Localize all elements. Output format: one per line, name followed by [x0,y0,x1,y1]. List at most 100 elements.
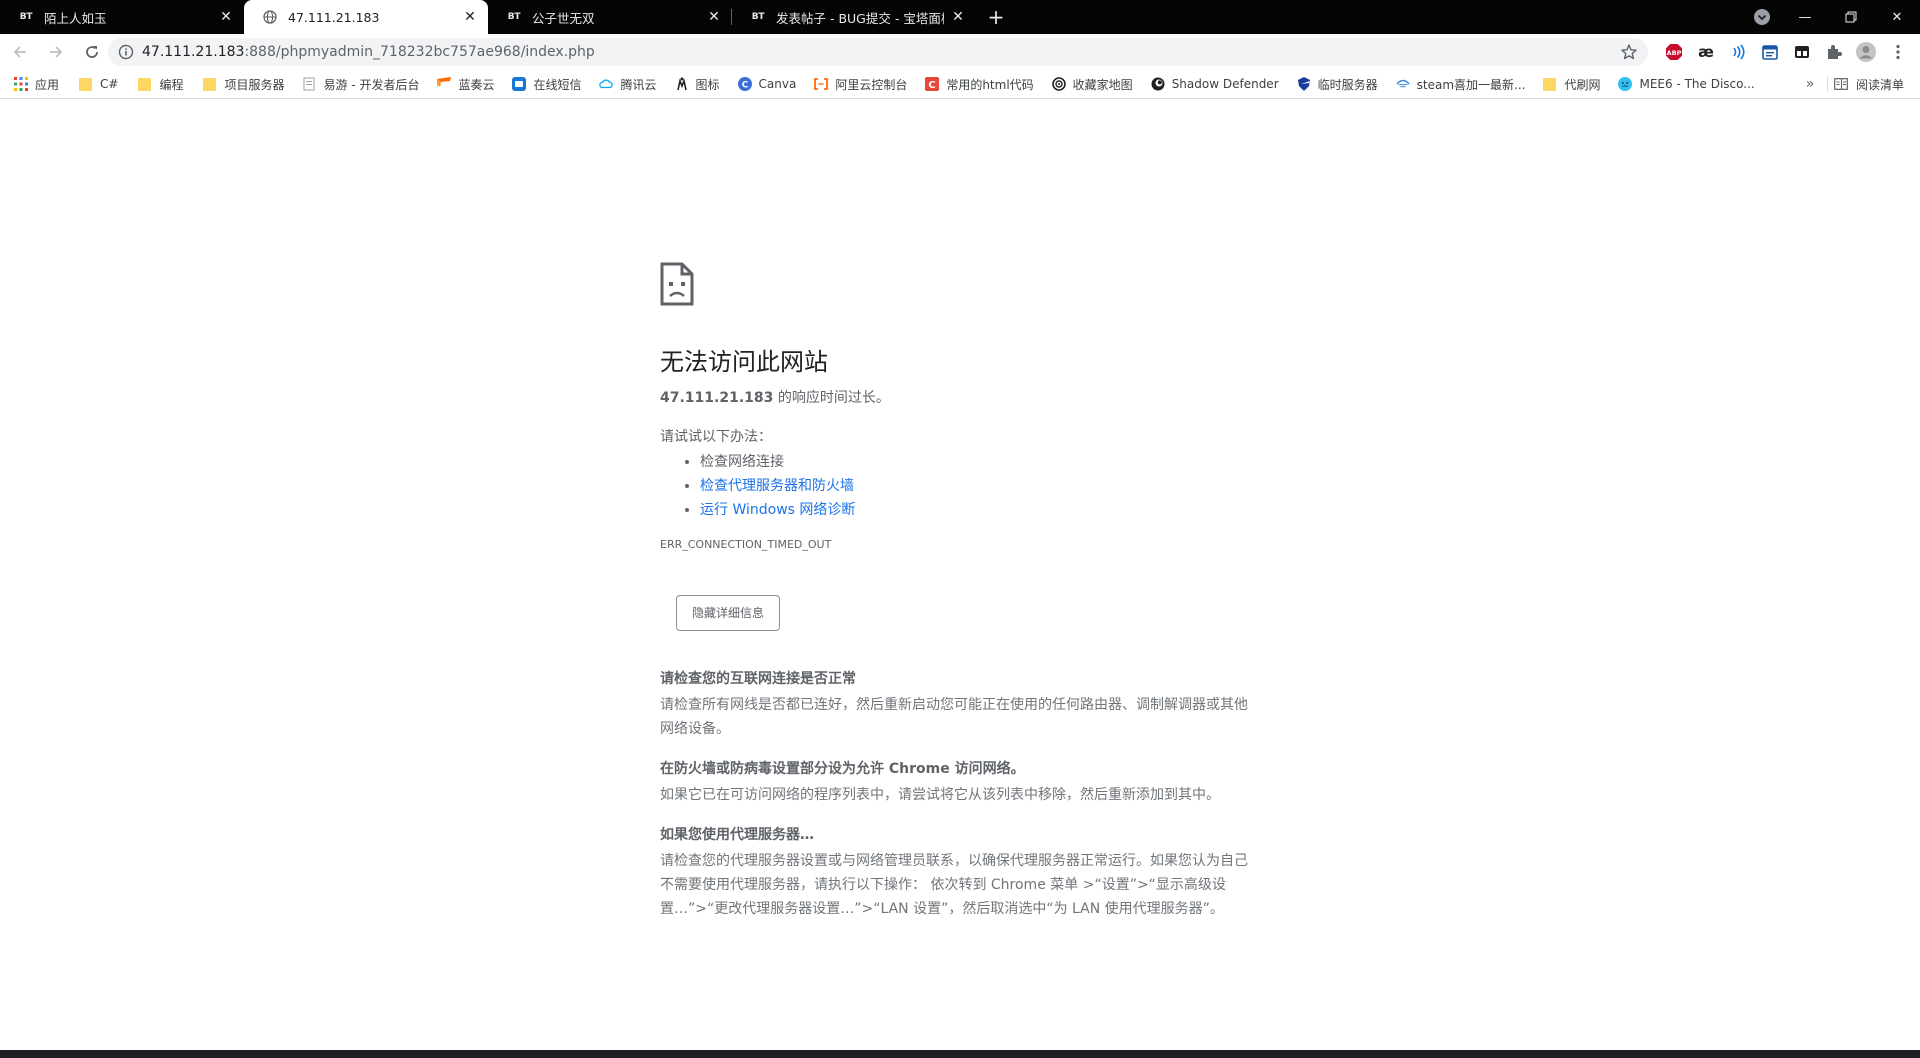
bookmark-folder-programming[interactable]: 编程 [132,72,189,96]
reading-list-button[interactable]: 阅读清单 [1834,72,1904,96]
error-title: 无法访问此网站 [660,348,828,376]
error-page: 无法访问此网站 47.111.21.183 的响应时间过长。 请试试以下办法： … [660,262,1260,921]
bookmark-iconfont[interactable]: 图标 [669,72,726,96]
bookmark-shadow-defender[interactable]: Shadow Defender [1145,72,1285,96]
bookmarks-bar: 应用 C# 编程 项目服务器 易游 - 开发者后台 蓝奏云 在线短信 腾讯云 图… [0,70,1920,99]
bookmark-label: 常用的html代码 [946,77,1034,92]
profile-avatar-icon[interactable] [1852,38,1880,66]
close-icon[interactable]: ✕ [950,9,966,25]
chrome-menu-icon[interactable] [1884,38,1912,66]
folder-icon [1543,77,1557,91]
shadow-icon [1151,77,1165,91]
bookmark-steam[interactable]: steam喜加一最新... [1390,72,1532,96]
reload-icon[interactable] [76,36,108,68]
steam-icon [1395,77,1410,91]
bookmark-folder-daishua[interactable]: 代刷网 [1537,72,1606,96]
url-text: 47.111.21.183:888/phpmyadmin_718232bc757… [142,44,595,60]
bookmark-label: 易游 - 开发者后台 [323,77,420,92]
url-path: :888/phpmyadmin_718232bc757ae968/index.p… [244,44,595,60]
bookmark-label: Shadow Defender [1171,77,1279,91]
bookmark-label: 项目服务器 [224,77,285,92]
tab-2-active[interactable]: 47.111.21.183 ✕ [244,0,488,34]
bookmark-label: 在线短信 [533,77,582,92]
svg-text:C: C [929,80,936,91]
os-taskbar [0,1050,1920,1058]
suggestion-check-proxy-link[interactable]: 检查代理服务器和防火墙 [700,474,1260,498]
bookmark-label: 代刷网 [1564,77,1601,92]
close-icon[interactable]: ✕ [706,9,722,25]
tab-3[interactable]: BT 公子世无双 ✕ [488,0,732,34]
shield-icon [1297,77,1311,91]
sad-page-icon [660,262,694,306]
bookmark-canva[interactable]: C Canva [732,72,803,96]
bookmark-label: Canva [758,77,797,91]
restore-icon[interactable] [1828,0,1874,34]
suggestions-list: 检查网络连接 检查代理服务器和防火墙 运行 Windows 网络诊断 [660,450,1260,522]
ae-extension-icon[interactable]: æ [1692,38,1720,66]
bookmark-collector-map[interactable]: 收藏家地图 [1046,72,1139,96]
bookmark-label: 编程 [159,77,184,92]
detail-heading-firewall: 在防火墙或防病毒设置部分设为允许 Chrome 访问网络。 [660,761,1025,777]
tab-search-icon[interactable] [1752,7,1772,27]
suggestion-link-text[interactable]: 检查代理服务器和防火墙 [700,478,854,494]
calendar-extension-icon[interactable] [1756,38,1784,66]
minimize-icon[interactable]: — [1782,0,1828,34]
window-close-icon[interactable]: ✕ [1874,0,1920,34]
detail-body-connection: 请检查所有网线是否都已连好，然后重新启动您可能正在使用的任何路由器、调制解调器或… [660,697,1248,737]
new-tab-button[interactable]: + [982,3,1010,31]
hide-details-button[interactable]: 隐藏详细信息 [676,595,781,631]
forward-icon[interactable] [40,36,72,68]
cloud-icon [599,77,614,91]
puzzle-extensions-icon[interactable] [1820,38,1848,66]
bookmark-tencent-cloud[interactable]: 腾讯云 [593,72,662,96]
error-code: ERR_CONNECTION_TIMED_OUT [660,538,832,551]
store-extension-icon[interactable] [1788,38,1816,66]
bookmark-label: C# [100,77,119,91]
bookmark-temp-server[interactable]: 临时服务器 [1291,72,1384,96]
bookmark-star-icon[interactable] [1620,43,1638,61]
bt-favicon-icon: BT [507,12,521,22]
aliyun-icon [814,77,829,91]
close-icon[interactable]: ✕ [462,9,478,25]
bookmark-apps[interactable]: 应用 [8,72,65,96]
suggestion-check-network: 检查网络连接 [700,450,1260,474]
tab-4[interactable]: BT 发表帖子 - BUG提交 - 宝塔面板 ✕ [732,0,976,34]
bookmark-label: 蓝奏云 [458,77,495,92]
bookmark-yiyou[interactable]: 易游 - 开发者后台 [296,72,425,96]
info-icon[interactable] [118,44,134,60]
bookmark-aliyun[interactable]: 阿里云控制台 [808,72,913,96]
error-host: 47.111.21.183 [660,390,774,406]
iconfont-icon [675,77,689,91]
more-bookmarks-chevron-icon[interactable]: » [1798,72,1822,96]
browser-toolbar: 47.111.21.183:888/phpmyadmin_718232bc757… [0,34,1920,70]
address-bar[interactable]: 47.111.21.183:888/phpmyadmin_718232bc757… [108,38,1648,66]
tab-1[interactable]: BT 陌上人如玉 ✕ [0,0,244,34]
tab-strip: BT 陌上人如玉 ✕ 47.111.21.183 ✕ BT 公子世无双 ✕ BT… [0,0,1920,34]
suggestion-text: 检查网络连接 [700,454,784,470]
c-icon: C [925,77,940,91]
bookmark-html-code[interactable]: C 常用的html代码 [919,72,1039,96]
bookmark-mee6[interactable]: MEE6 - The Disco... [1612,72,1760,96]
tab-title: 发表帖子 - BUG提交 - 宝塔面板 [776,10,944,26]
target-icon [1051,77,1066,91]
globe-icon [262,9,278,25]
url-host: 47.111.21.183 [142,44,245,60]
page-icon [302,77,316,91]
tab-title: 47.111.21.183 [288,9,380,25]
bookmark-lanzou[interactable]: 蓝奏云 [431,72,500,96]
bookmark-label: 腾讯云 [620,77,657,92]
suggestion-windows-diagnostics-link[interactable]: 运行 Windows 网络诊断 [700,498,1260,522]
bookmark-folder-project-server[interactable]: 项目服务器 [197,72,290,96]
back-icon[interactable] [4,36,36,68]
bookmark-label: 图标 [695,77,720,92]
folder-icon [79,77,93,91]
wave-extension-icon[interactable] [1724,38,1752,66]
suggestion-link-text[interactable]: 运行 Windows 网络诊断 [700,502,855,518]
bookmark-sms[interactable]: 在线短信 [506,72,587,96]
canva-icon: C [737,77,752,91]
adblock-plus-icon[interactable]: ABP [1660,38,1688,66]
bookmark-folder-csharp[interactable]: C# [73,72,124,96]
error-description: 47.111.21.183 的响应时间过长。 [660,387,1260,409]
bt-favicon-icon: BT [19,12,33,22]
close-icon[interactable]: ✕ [218,9,234,25]
